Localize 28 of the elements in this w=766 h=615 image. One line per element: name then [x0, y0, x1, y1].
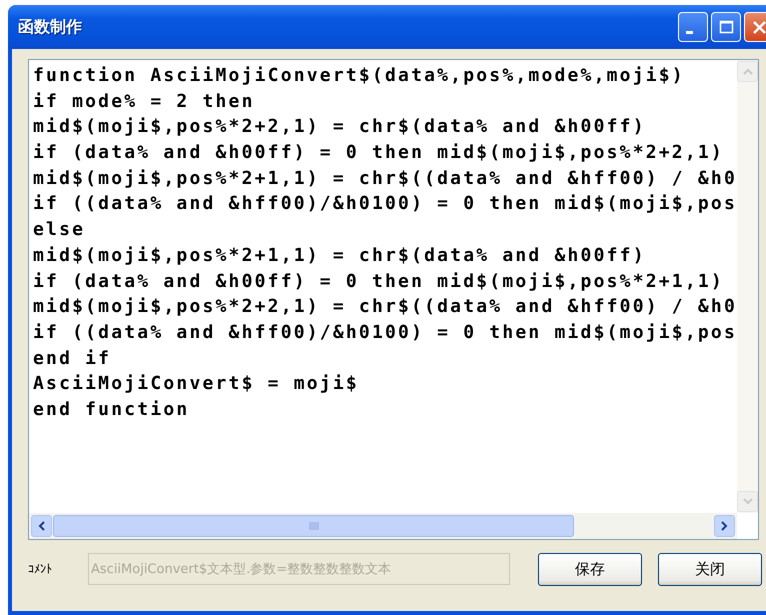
code-editor[interactable] [28, 59, 759, 540]
code-line: mid$(moji$,pos%*2+1,1) = chr$((data% and &hff00) / &h0 [33, 166, 737, 191]
code-line: if mode% = 2 then [33, 90, 256, 114]
dialog-button[interactable]: 保存 [538, 552, 642, 586]
code-line: if (data% and &h00ff) = 0 then mid$(moji$,pos%*2+2,1) [33, 141, 725, 166]
code-line: AsciiMojiConvert$ = moji$ [33, 372, 360, 396]
code-line: end if [33, 346, 112, 371]
maximize-button[interactable] [711, 12, 741, 42]
code-line: function AsciiMojiConvert$(data%,pos%,mode%,moji$) [33, 64, 686, 88]
window-title: 函数制作 [18, 16, 82, 38]
close-button[interactable] [744, 12, 766, 42]
minimize-icon [686, 30, 693, 34]
code-line: end function [33, 398, 190, 422]
code-line: else [33, 218, 86, 242]
code-line: mid$(moji$,pos%*2+2,1) = chr$((data% and &hff00) / &h0 [33, 295, 737, 320]
code-line: mid$(moji$,pos%*2+2,1) = chr$(data% and &h00ff) [33, 115, 647, 140]
code-line: mid$(moji$,pos%*2+1,1) = chr$(data% and &h00ff) [33, 244, 647, 268]
dialog-button[interactable]: 关闭 [658, 552, 762, 586]
scroll-right-button[interactable] [714, 515, 735, 537]
code-line: if ((data% and &hff00)/&h0100) = 0 then mid$(moji$,pos [33, 192, 737, 216]
code-line: if ((data% and &hff00)/&h0100) = 0 then mid$(moji$,pos [33, 320, 737, 345]
grip-icon [308, 522, 319, 530]
horizontal-scrollbar[interactable] [29, 513, 737, 539]
scroll-left-button[interactable] [31, 515, 52, 537]
comment-label: ｺﾒﾝﾄ [28, 562, 53, 576]
scrollbar-thumb[interactable] [53, 515, 574, 537]
code-line: if (data% and &h00ff) = 0 then mid$(moji$,pos%*2+1,1) [33, 270, 725, 294]
minimize-button[interactable] [678, 12, 708, 42]
